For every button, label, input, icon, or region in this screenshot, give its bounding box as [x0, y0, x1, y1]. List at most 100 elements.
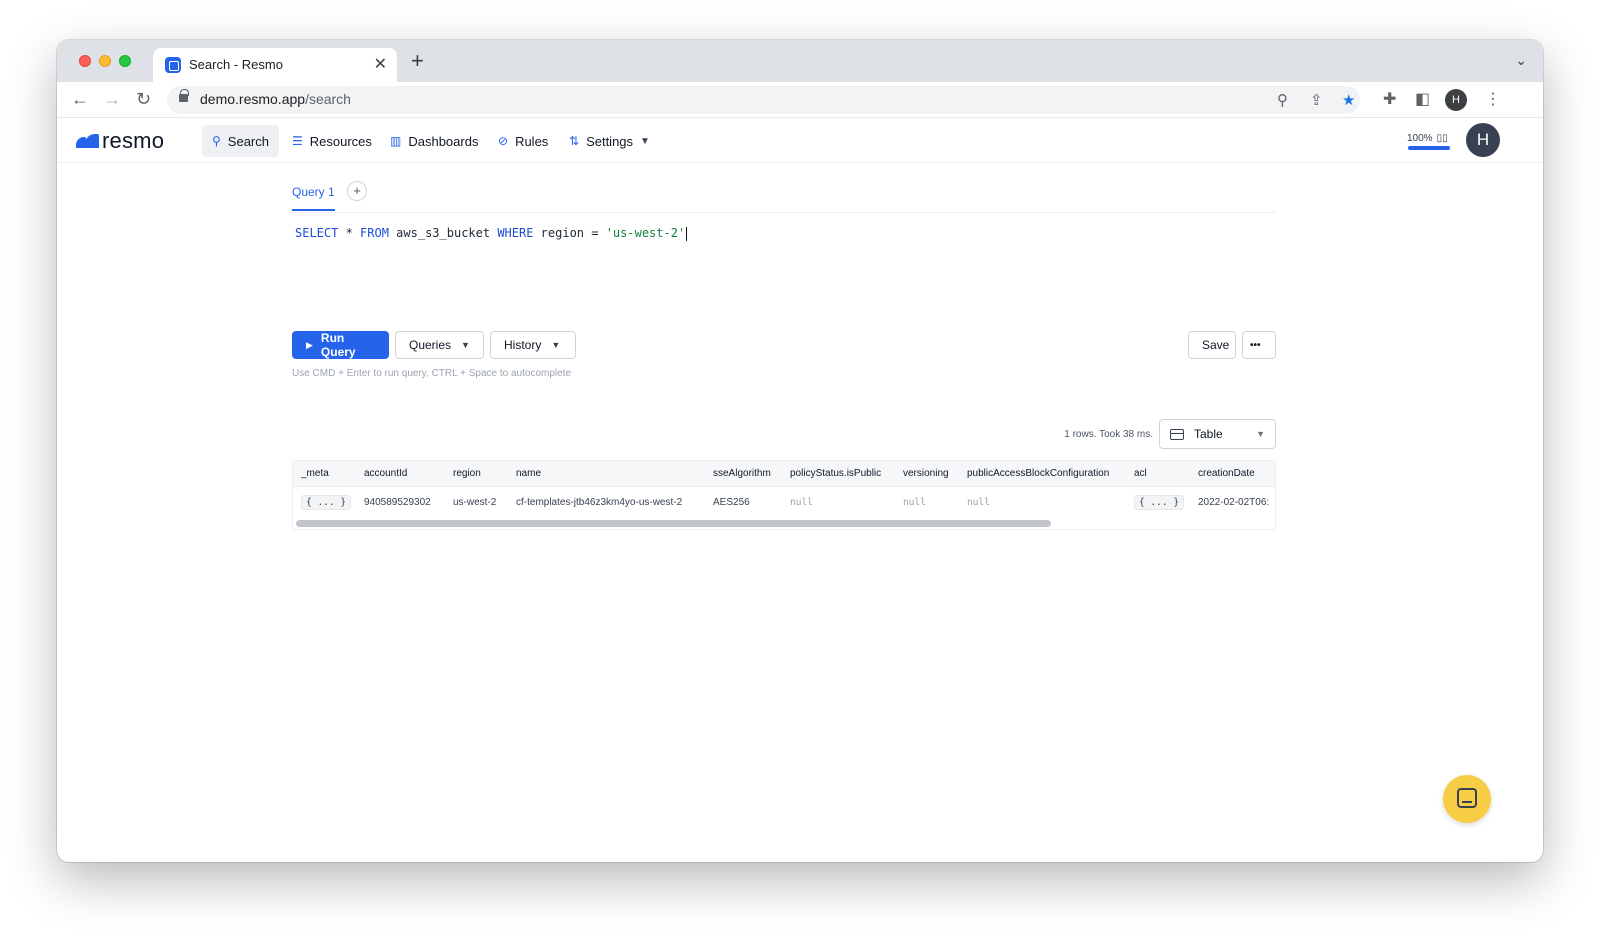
- table-header-row: _meta accountId region name sseAlgorithm…: [293, 461, 1275, 487]
- chat-icon: [1457, 788, 1477, 808]
- zoom-progress-bar: [1408, 146, 1450, 150]
- column-header[interactable]: region: [453, 461, 481, 486]
- nav-resources[interactable]: ☰ Resources: [282, 125, 382, 157]
- support-chat-button[interactable]: [1443, 775, 1491, 823]
- browser-tabstrip: Search - Resmo ✕ + ⌄: [57, 40, 1543, 82]
- column-header[interactable]: name: [516, 461, 541, 486]
- table-cell: us-west-2: [453, 496, 497, 508]
- expand-object-button[interactable]: { ... }: [301, 494, 352, 510]
- table-cell: null: [790, 496, 813, 508]
- back-arrow-icon[interactable]: ←: [71, 88, 89, 110]
- save-button[interactable]: Save: [1188, 331, 1236, 359]
- table-cell: cf-templates-jtb46z3km4yo-us-west-2: [516, 496, 683, 508]
- app-navbar: resmo ⚲ Search ☰ Resources ▥ Dashboards …: [57, 119, 1543, 163]
- table-cell: AES256: [713, 496, 750, 508]
- table-row[interactable]: { ... } 940589529302 us-west-2 cf-templa…: [293, 487, 1275, 517]
- run-query-button[interactable]: ▶ Run Query: [292, 331, 389, 359]
- more-icon: •••: [1250, 339, 1261, 351]
- column-header[interactable]: accountId: [364, 461, 407, 486]
- tab-query-1[interactable]: Query 1: [292, 185, 335, 211]
- browser-toolbar: ← → ↻ demo.resmo.app/search ⚲ ⇪ ★ ✚ ◧ H …: [57, 82, 1543, 118]
- bar-chart-icon: ▥: [390, 134, 402, 148]
- list-icon: ☰: [292, 134, 303, 148]
- table-icon: [1170, 428, 1184, 440]
- check-circle-icon: ⊘: [498, 134, 509, 148]
- sql-condition: region =: [533, 226, 606, 240]
- sql-keyword-select: SELECT: [295, 226, 339, 240]
- column-header[interactable]: acl: [1134, 461, 1147, 486]
- table-cell: null: [967, 496, 990, 508]
- table-cell: 2022-02-02T06:: [1198, 496, 1270, 508]
- editor-hint: Use CMD + Enter to run query, CTRL + Spa…: [292, 368, 572, 379]
- column-header[interactable]: sseAlgorithm: [713, 461, 771, 486]
- chevron-down-icon: ▼: [551, 340, 561, 350]
- more-options-button[interactable]: •••: [1242, 331, 1276, 359]
- extensions-puzzle-icon[interactable]: ✚: [1383, 89, 1396, 109]
- text-cursor: [686, 226, 688, 241]
- zoom-magnifier-icon[interactable]: ⚲: [1277, 91, 1288, 109]
- share-icon[interactable]: ⇪: [1310, 91, 1323, 109]
- minimize-window-button[interactable]: [99, 55, 111, 67]
- address-bar[interactable]: demo.resmo.app/search ⚲ ⇪ ★: [167, 86, 1360, 114]
- forward-arrow-icon[interactable]: →: [103, 88, 121, 110]
- reload-icon[interactable]: ↻: [136, 88, 151, 110]
- sql-keyword-from: FROM: [360, 226, 389, 240]
- search-page: Query 1 + SELECT * FROM aws_s3_bucket WH…: [292, 175, 1276, 530]
- tab-title: Search - Resmo: [189, 57, 283, 72]
- table-cell: 940589529302: [364, 496, 431, 508]
- history-dropdown[interactable]: History ▼: [490, 331, 576, 359]
- sql-editor[interactable]: SELECT * FROM aws_s3_bucket WHERE region…: [292, 213, 1276, 331]
- column-header[interactable]: publicAccessBlockConfiguration: [967, 461, 1109, 486]
- sql-string-value: 'us-west-2': [605, 226, 686, 240]
- address-url: demo.resmo.app/search: [200, 91, 351, 107]
- side-panel-icon[interactable]: ◧: [1415, 89, 1430, 109]
- sql-keyword-where: WHERE: [497, 226, 534, 240]
- query-actions: ▶ Run Query Queries ▼ History ▼ Save •••: [292, 331, 1276, 361]
- tab-search-chevron-icon[interactable]: ⌄: [1515, 52, 1527, 69]
- expand-object-button[interactable]: { ... }: [1134, 494, 1185, 510]
- nav-rules[interactable]: ⊘ Rules: [488, 125, 558, 157]
- resmo-logo-icon: [76, 134, 100, 148]
- nav-dashboards[interactable]: ▥ Dashboards: [380, 125, 488, 157]
- queries-dropdown[interactable]: Queries ▼: [395, 331, 484, 359]
- sliders-icon: ⇅: [569, 134, 580, 148]
- result-meta: 1 rows. Took 38 ms. Table ▼: [1064, 419, 1276, 449]
- column-header[interactable]: _meta: [301, 461, 329, 486]
- column-header[interactable]: creationDate: [1198, 461, 1255, 486]
- search-icon: ⚲: [212, 134, 221, 148]
- lock-icon: [179, 89, 189, 102]
- result-summary: 1 rows. Took 38 ms.: [1064, 428, 1153, 440]
- meta-object-cell[interactable]: { ... }: [301, 487, 352, 517]
- sql-table: aws_s3_bucket: [388, 226, 498, 240]
- play-icon: ▶: [306, 339, 313, 350]
- browser-tab[interactable]: Search - Resmo ✕: [153, 48, 397, 82]
- nav-search[interactable]: ⚲ Search: [202, 125, 279, 157]
- resmo-logo[interactable]: resmo: [76, 128, 164, 154]
- acl-object-cell[interactable]: { ... }: [1134, 487, 1185, 517]
- zoom-indicator[interactable]: 100% ▯▯: [1407, 128, 1450, 150]
- results-table: _meta accountId region name sseAlgorithm…: [292, 460, 1276, 530]
- user-avatar[interactable]: H: [1466, 123, 1500, 157]
- close-window-button[interactable]: [79, 55, 91, 67]
- table-cell: null: [903, 496, 926, 508]
- query-tabs: Query 1 +: [292, 175, 1276, 213]
- nav-settings[interactable]: ⇅ Settings ▼: [559, 125, 660, 157]
- browser-profile-avatar[interactable]: H: [1445, 89, 1467, 111]
- close-tab-icon[interactable]: ✕: [374, 54, 387, 74]
- view-mode-select[interactable]: Table ▼: [1159, 419, 1276, 449]
- book-icon: ▯▯: [1436, 133, 1448, 144]
- new-tab-button[interactable]: +: [411, 50, 424, 72]
- sql-star: *: [338, 226, 361, 240]
- column-header[interactable]: versioning: [903, 461, 949, 486]
- browser-menu-icon[interactable]: ⋮: [1485, 89, 1501, 109]
- column-header[interactable]: policyStatus.isPublic: [790, 461, 881, 486]
- maximize-window-button[interactable]: [119, 55, 131, 67]
- scrollbar-thumb[interactable]: [296, 520, 1051, 527]
- add-query-tab-button[interactable]: +: [347, 181, 367, 201]
- horizontal-scrollbar[interactable]: [293, 517, 1275, 529]
- resmo-favicon-icon: [165, 57, 181, 73]
- zoom-progress-fill: [1408, 146, 1450, 150]
- bookmark-star-icon[interactable]: ★: [1342, 91, 1355, 109]
- chevron-down-icon: ▼: [640, 135, 650, 147]
- browser-window: Search - Resmo ✕ + ⌄ ← → ↻ demo.resmo.ap…: [57, 40, 1543, 862]
